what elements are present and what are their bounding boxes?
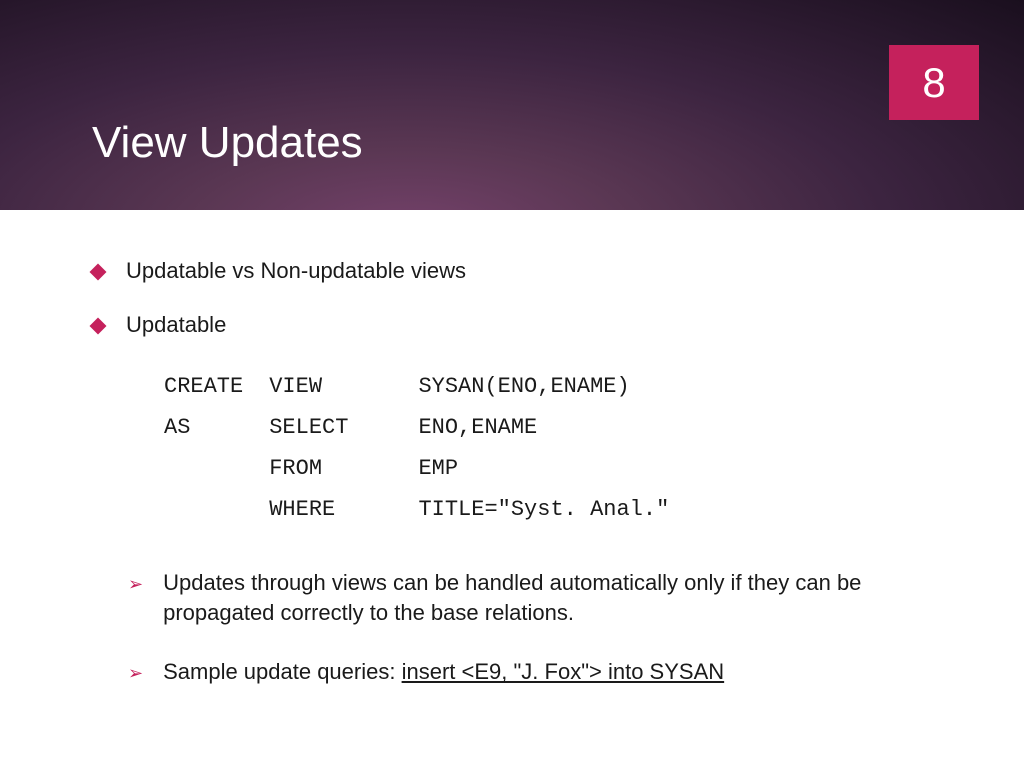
sub-bullet-underlined: insert <E9, "J. Fox"> into SYSAN <box>402 659 725 684</box>
slide-body: Updatable vs Non-updatable views Updatab… <box>0 210 1024 687</box>
page-number: 8 <box>922 59 945 107</box>
code-cell: WHERE <box>269 489 418 530</box>
code-cell: TITLE="Syst. Anal." <box>418 489 687 530</box>
sub-bullet-text: Updates through views can be handled aut… <box>163 568 932 627</box>
arrow-bullet-icon: ➢ <box>128 572 143 596</box>
sub-bullet-item: ➢ Sample update queries: insert <E9, "J.… <box>128 657 932 687</box>
code-cell: EMP <box>418 448 687 489</box>
slide: 8 View Updates Updatable vs Non-updatabl… <box>0 0 1024 768</box>
bullet-text: Updatable <box>126 312 226 338</box>
code-cell: VIEW <box>269 366 418 407</box>
code-row: WHERE TITLE="Syst. Anal." <box>164 489 687 530</box>
code-cell: SYSAN(ENO,ENAME) <box>418 366 687 407</box>
code-cell <box>164 489 269 530</box>
sub-bullet-prefix: Sample update queries: <box>163 659 402 684</box>
code-cell <box>164 448 269 489</box>
code-cell: CREATE <box>164 366 269 407</box>
slide-title: View Updates <box>92 118 363 168</box>
bullet-text: Updatable vs Non-updatable views <box>126 258 466 284</box>
sub-bullet-item: ➢ Updates through views can be handled a… <box>128 568 932 627</box>
diamond-bullet-icon <box>90 318 107 335</box>
diamond-bullet-icon <box>90 264 107 281</box>
bullet-item: Updatable <box>92 312 932 338</box>
sub-bullet-text: Sample update queries: insert <E9, "J. F… <box>163 657 724 687</box>
code-cell: AS <box>164 407 269 448</box>
bullet-list: Updatable vs Non-updatable views Updatab… <box>92 258 932 338</box>
code-cell: FROM <box>269 448 418 489</box>
arrow-bullet-icon: ➢ <box>128 661 143 685</box>
code-cell: SELECT <box>269 407 418 448</box>
bullet-item: Updatable vs Non-updatable views <box>92 258 932 284</box>
slide-header: 8 View Updates <box>0 0 1024 210</box>
sub-bullet-list: ➢ Updates through views can be handled a… <box>128 568 932 687</box>
code-row: FROM EMP <box>164 448 687 489</box>
page-number-badge: 8 <box>889 45 979 120</box>
code-cell: ENO,ENAME <box>418 407 687 448</box>
sql-code-block: CREATE VIEW SYSAN(ENO,ENAME) AS SELECT E… <box>164 366 687 530</box>
code-row: AS SELECT ENO,ENAME <box>164 407 687 448</box>
code-row: CREATE VIEW SYSAN(ENO,ENAME) <box>164 366 687 407</box>
